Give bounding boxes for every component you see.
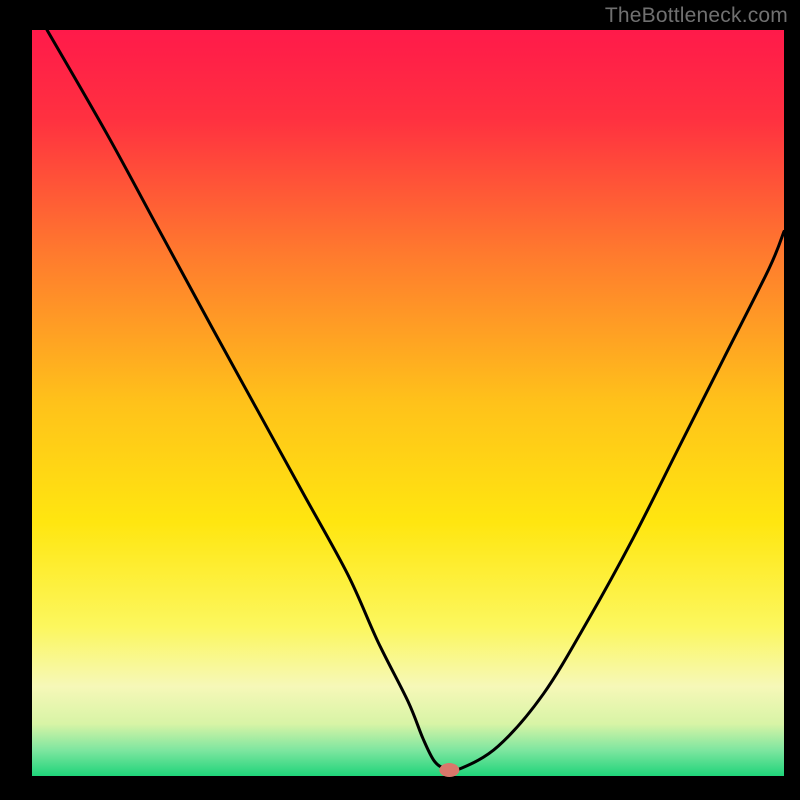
watermark-label: TheBottleneck.com — [605, 4, 788, 28]
chart-container: TheBottleneck.com — [0, 0, 800, 800]
plot-background — [32, 30, 784, 776]
bottleneck-plot — [0, 0, 800, 800]
min-point-marker — [439, 763, 459, 777]
